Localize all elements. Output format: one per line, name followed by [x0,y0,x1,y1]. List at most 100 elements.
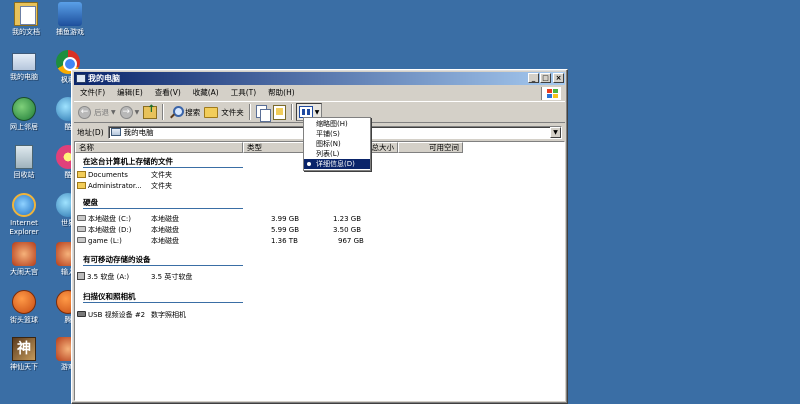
group-divider [83,167,243,168]
toolbar-separator [290,104,293,120]
chevron-down-icon[interactable]: ▼ [135,109,140,116]
game-tile-icon: 神 [12,337,36,361]
menu-favorites[interactable]: 收藏(A) [187,86,225,100]
views-menu: 缩略图(H) 平铺(S) 图标(N) 列表(L) 详细信息(D) [303,117,371,171]
camera-icon [77,311,86,317]
desktop-icon-label: Internet Explorer [9,219,39,236]
desktop-icon-label: 大闹天宫 [10,268,38,276]
menu-edit[interactable]: 编辑(E) [111,86,149,100]
item-free-space: 3.50 GB [333,226,362,234]
hard-disk-icon [77,226,86,232]
item-type: 本地磁盘 [151,226,179,234]
desktop-icon-ie[interactable]: Internet Explorer [0,193,48,237]
desktop-icon-label: 街头篮球 [10,316,38,324]
hard-disk-icon [77,237,86,243]
group-divider [83,302,243,303]
chevron-down-icon: ▼ [314,108,320,116]
desktop-icon-label: 回收站 [13,171,35,179]
maximize-button[interactable]: □ [540,73,551,83]
view-option-icons[interactable]: 图标(N) [304,139,370,149]
window-title: 我的电脑 [88,74,120,83]
folder-icon [204,106,219,118]
title-bar[interactable]: 我的电脑 _ □ × [74,72,565,85]
windows-logo-icon [541,87,561,100]
up-button[interactable] [141,103,159,121]
back-arrow-icon: ← [78,105,91,119]
game-icon [12,242,36,266]
item-name: 本地磁盘 (C:) [88,215,131,223]
item-type: 本地磁盘 [151,237,179,245]
menu-file[interactable]: 文件(F) [74,86,111,100]
item-name: Administrator... [88,182,142,190]
folders-label: 文件夹 [221,107,244,117]
search-button[interactable]: 搜索 [167,103,202,121]
desktop-icon-recycle-bin[interactable]: 回收站 [0,145,48,180]
item-name: 3.5 软盘 (A:) [87,273,130,281]
column-header-name[interactable]: 名称 [75,142,243,153]
close-button[interactable]: × [553,73,564,83]
my-computer-icon [12,53,36,71]
desktop-icon-my-documents[interactable]: 我的文档 [2,2,50,37]
file-list[interactable]: 名称 类型 总大小 可用空间 在这台计算机上存储的文件 Documents 文件… [74,141,565,401]
item-type: 文件夹 [151,182,172,190]
item-type: 文件夹 [151,171,172,179]
forward-button[interactable]: → ▼ [118,103,142,121]
chevron-down-icon[interactable]: ▼ [111,109,116,116]
menu-tools[interactable]: 工具(T) [225,86,262,100]
desktop-icon-network[interactable]: 网上邻居 [0,97,48,132]
view-option-details[interactable]: 详细信息(D) [304,159,370,169]
copy-icon [255,104,271,122]
desktop-icon-label: 神仙天下 [10,363,38,371]
view-option-tiles[interactable]: 平铺(S) [304,129,370,139]
fish-game-icon [58,2,82,26]
hard-disk-icon [77,215,86,221]
toolbar-separator [162,104,165,120]
my-computer-icon [110,128,121,136]
view-option-details-label: 详细信息(D) [316,160,355,168]
floppy-disk-icon [77,272,85,280]
item-type: 数字照相机 [151,311,186,319]
folders-button[interactable]: 文件夹 [202,103,246,121]
address-dropdown-button[interactable]: ▼ [550,126,561,138]
item-name: 本地磁盘 (D:) [88,226,132,234]
my-computer-icon [76,74,86,83]
minimize-button[interactable]: _ [528,73,539,83]
move-to-button[interactable] [271,103,288,121]
desktop-icon-game-tile[interactable]: 神 神仙天下 [0,337,48,372]
folder-up-icon [143,104,158,119]
group-header: 在这台计算机上存储的文件 [83,157,173,166]
desktop-icon-label: 捕鱼游戏 [56,28,84,36]
desktop-icon-label: 我的文档 [12,28,40,36]
caption-buttons: _ □ × [527,73,564,83]
search-icon [169,105,185,119]
forward-arrow-icon: → [119,105,133,119]
copy-to-button[interactable] [254,103,271,122]
search-label: 搜索 [185,107,201,117]
item-type: 本地磁盘 [151,215,179,223]
back-button[interactable]: ← 后退 ▼ [76,103,118,121]
item-total-size: 5.99 GB [271,226,300,234]
folder-icon [77,182,86,189]
address-value: 我的电脑 [123,127,154,137]
desktop-icon-game[interactable]: 大闹天宫 [0,242,48,277]
group-divider [83,265,243,266]
item-type: 3.5 英寸软盘 [151,273,193,281]
item-name: game (L:) [88,237,122,245]
menu-bar: 文件(F) 编辑(E) 查看(V) 收藏(A) 工具(T) 帮助(H) [74,86,565,100]
desktop-icon-label: 我的电脑 [10,73,38,81]
item-free-space: 1.23 GB [333,215,362,223]
selected-bullet-icon [307,162,311,166]
item-total-size: 1.36 TB [271,237,298,245]
desktop-icon-fish-game[interactable]: 捕鱼游戏 [46,2,94,37]
internet-explorer-icon [12,193,36,217]
menu-help[interactable]: 帮助(H) [262,86,301,100]
desktop-icon-my-computer[interactable]: 我的电脑 [0,50,48,82]
view-option-list[interactable]: 列表(L) [304,149,370,159]
view-option-thumbnails[interactable]: 缩略图(H) [304,119,370,129]
group-header: 有可移动存储的设备 [83,255,151,264]
desktop-icon-basketball[interactable]: 街头篮球 [0,290,48,325]
column-header-free-space[interactable]: 可用空间 [398,142,463,153]
basketball-icon [12,290,36,314]
menu-view[interactable]: 查看(V) [149,86,187,100]
group-header: 硬盘 [83,198,98,207]
